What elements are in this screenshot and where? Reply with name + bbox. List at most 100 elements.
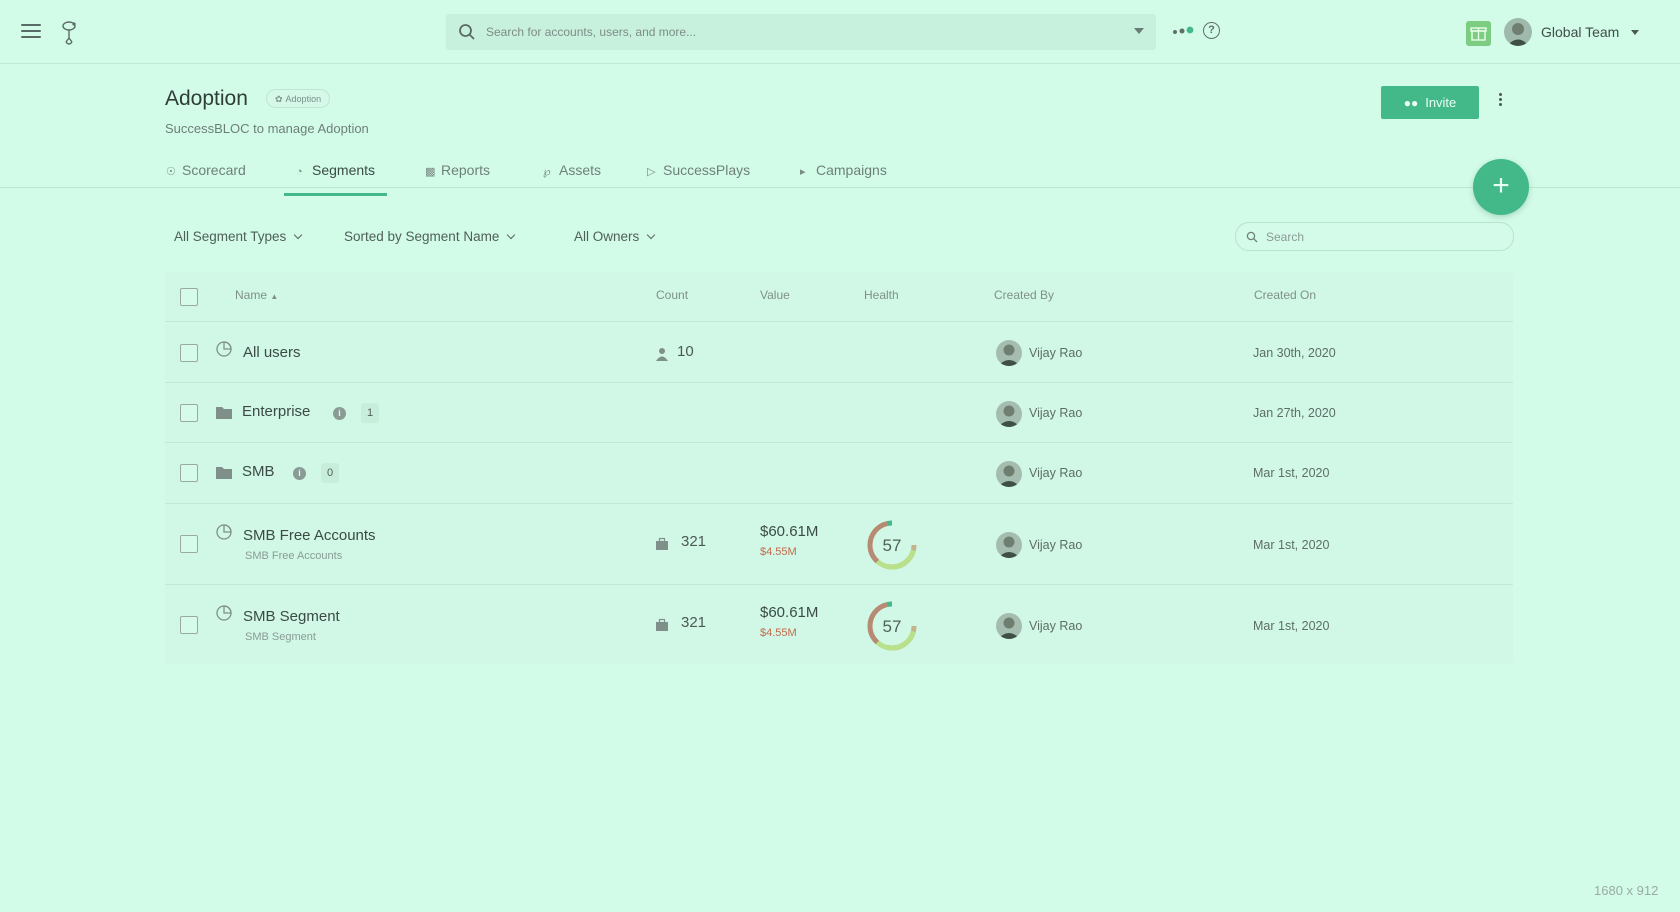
user-avatar[interactable] [1504,18,1532,46]
info-icon[interactable]: i [293,467,306,480]
tab-segments[interactable]: ◔ Segments [283,162,388,196]
more-options-icon[interactable] [1495,93,1505,111]
global-search [446,14,1156,50]
avatar [996,532,1022,558]
column-created-on[interactable]: Created On [1254,288,1316,302]
creator-name[interactable]: Vijay Rao [1029,346,1082,360]
avatar [996,613,1022,639]
column-name[interactable]: Name ▲ [235,288,278,302]
search-dropdown-icon[interactable] [1134,28,1144,34]
pie-icon [216,605,232,621]
segment-name[interactable]: SMB Segment [243,608,340,625]
bar-chart-icon: ▩ [425,166,436,178]
row-checkbox[interactable] [180,616,198,634]
table-header: Name ▲ Count Value Health Created By Cre… [165,272,1513,322]
column-created-by[interactable]: Created By [994,288,1054,302]
created-date: Jan 30th, 2020 [1253,346,1336,360]
value-sub-amount: $4.55M [760,546,797,558]
table-row[interactable]: SMB i 0 Vijay Rao Mar 1st, 2020 [165,444,1513,504]
creator-name[interactable]: Vijay Rao [1029,466,1082,480]
row-checkbox[interactable] [180,404,198,422]
created-date: Mar 1st, 2020 [1253,538,1330,552]
users-icon: ●● [1403,96,1419,110]
segment-name[interactable]: All users [243,344,301,361]
tab-campaigns[interactable]: ▸ Campaigns [800,162,887,196]
column-count[interactable]: Count [656,288,688,302]
play-icon: ▷ [647,166,656,178]
page-subtitle: SuccessBLOC to manage Adoption [165,121,369,136]
tab-scorecard[interactable]: ☉ Scorecard [166,162,246,196]
leaf-icon: ✿ [275,94,283,104]
tab-assets[interactable]: ℘ Assets [543,162,601,196]
created-date: Jan 27th, 2020 [1253,406,1336,420]
table-row[interactable]: All users 10 Vijay Rao Jan 30th, 2020 [165,323,1513,383]
activity-dots-icon[interactable] [1172,26,1194,36]
health-score: 57 [883,617,902,636]
help-icon[interactable]: ? [1203,22,1220,39]
info-icon[interactable]: i [333,407,346,420]
owner-filter[interactable]: All Owners [574,229,656,244]
creator-name[interactable]: Vijay Rao [1029,619,1082,633]
segments-table: Name ▲ Count Value Health Created By Cre… [165,272,1513,664]
segment-subtitle: SMB Segment [245,631,316,643]
avatar [996,340,1022,366]
row-count: 10 [677,343,694,360]
folder-name[interactable]: Enterprise [242,403,310,420]
chevron-down-icon [647,230,656,240]
value-amount: $60.61M [760,604,819,621]
title-tag: ✿ Adoption [266,89,331,108]
team-name[interactable]: Global Team [1541,24,1619,40]
sort-filter[interactable]: Sorted by Segment Name [344,229,516,244]
value-amount: $60.61M [760,523,819,540]
team-dropdown-icon[interactable] [1631,30,1639,35]
segment-search [1235,222,1514,251]
item-count-badge: 0 [321,463,339,483]
dimension-label: 1680 x 912 [1594,883,1659,898]
gift-icon[interactable] [1466,21,1491,46]
tab-reports[interactable]: ▩ Reports [425,162,490,196]
health-score: 57 [883,536,902,555]
add-segment-button[interactable]: + [1473,159,1529,215]
title-tag-label: Adoption [285,94,322,104]
invite-button[interactable]: ●● Invite [1381,86,1479,119]
logo-icon[interactable] [60,20,80,46]
briefcase-icon [656,618,668,631]
created-date: Mar 1st, 2020 [1253,466,1330,480]
megaphone-icon: ▸ [800,166,806,178]
chevron-down-icon [507,230,516,240]
column-value[interactable]: Value [760,288,790,302]
health-score-ring: 57 [867,520,917,570]
creator-name[interactable]: Vijay Rao [1029,406,1082,420]
table-row[interactable]: Enterprise i 1 Vijay Rao Jan 27th, 2020 [165,384,1513,443]
item-count-badge: 1 [361,403,379,423]
row-count: 321 [681,614,707,631]
chevron-down-icon [294,230,303,240]
hamburger-menu-icon[interactable] [21,24,41,40]
segment-name[interactable]: SMB Free Accounts [243,527,376,544]
creator-name[interactable]: Vijay Rao [1029,538,1082,552]
row-checkbox[interactable] [180,344,198,362]
page-title: Adoption [165,87,248,110]
search-icon [1246,231,1258,243]
segment-subtitle: SMB Free Accounts [245,550,343,562]
segment-type-filter[interactable]: All Segment Types [174,229,303,244]
column-health[interactable]: Health [864,288,899,302]
health-score-ring: 57 [867,601,917,651]
table-row[interactable]: SMB Segment SMB Segment 321 $60.61M $4.5… [165,586,1513,664]
briefcase-icon [656,537,668,550]
row-checkbox[interactable] [180,464,198,482]
search-icon [459,24,475,40]
top-bar: ? Global Team [0,0,1680,64]
value-sub-amount: $4.55M [760,627,797,639]
select-all-checkbox[interactable] [180,288,198,306]
paperclip-icon: ℘ [543,166,551,178]
segment-search-input[interactable] [1266,229,1496,245]
folder-name[interactable]: SMB [242,463,275,480]
table-row[interactable]: SMB Free Accounts SMB Free Accounts 321 … [165,505,1513,585]
global-search-input[interactable] [486,20,1106,44]
row-checkbox[interactable] [180,535,198,553]
avatar [996,401,1022,427]
tab-successplays[interactable]: ▷ SuccessPlays [647,162,750,196]
sort-ascending-icon: ▲ [270,292,279,301]
row-count: 321 [681,533,707,550]
